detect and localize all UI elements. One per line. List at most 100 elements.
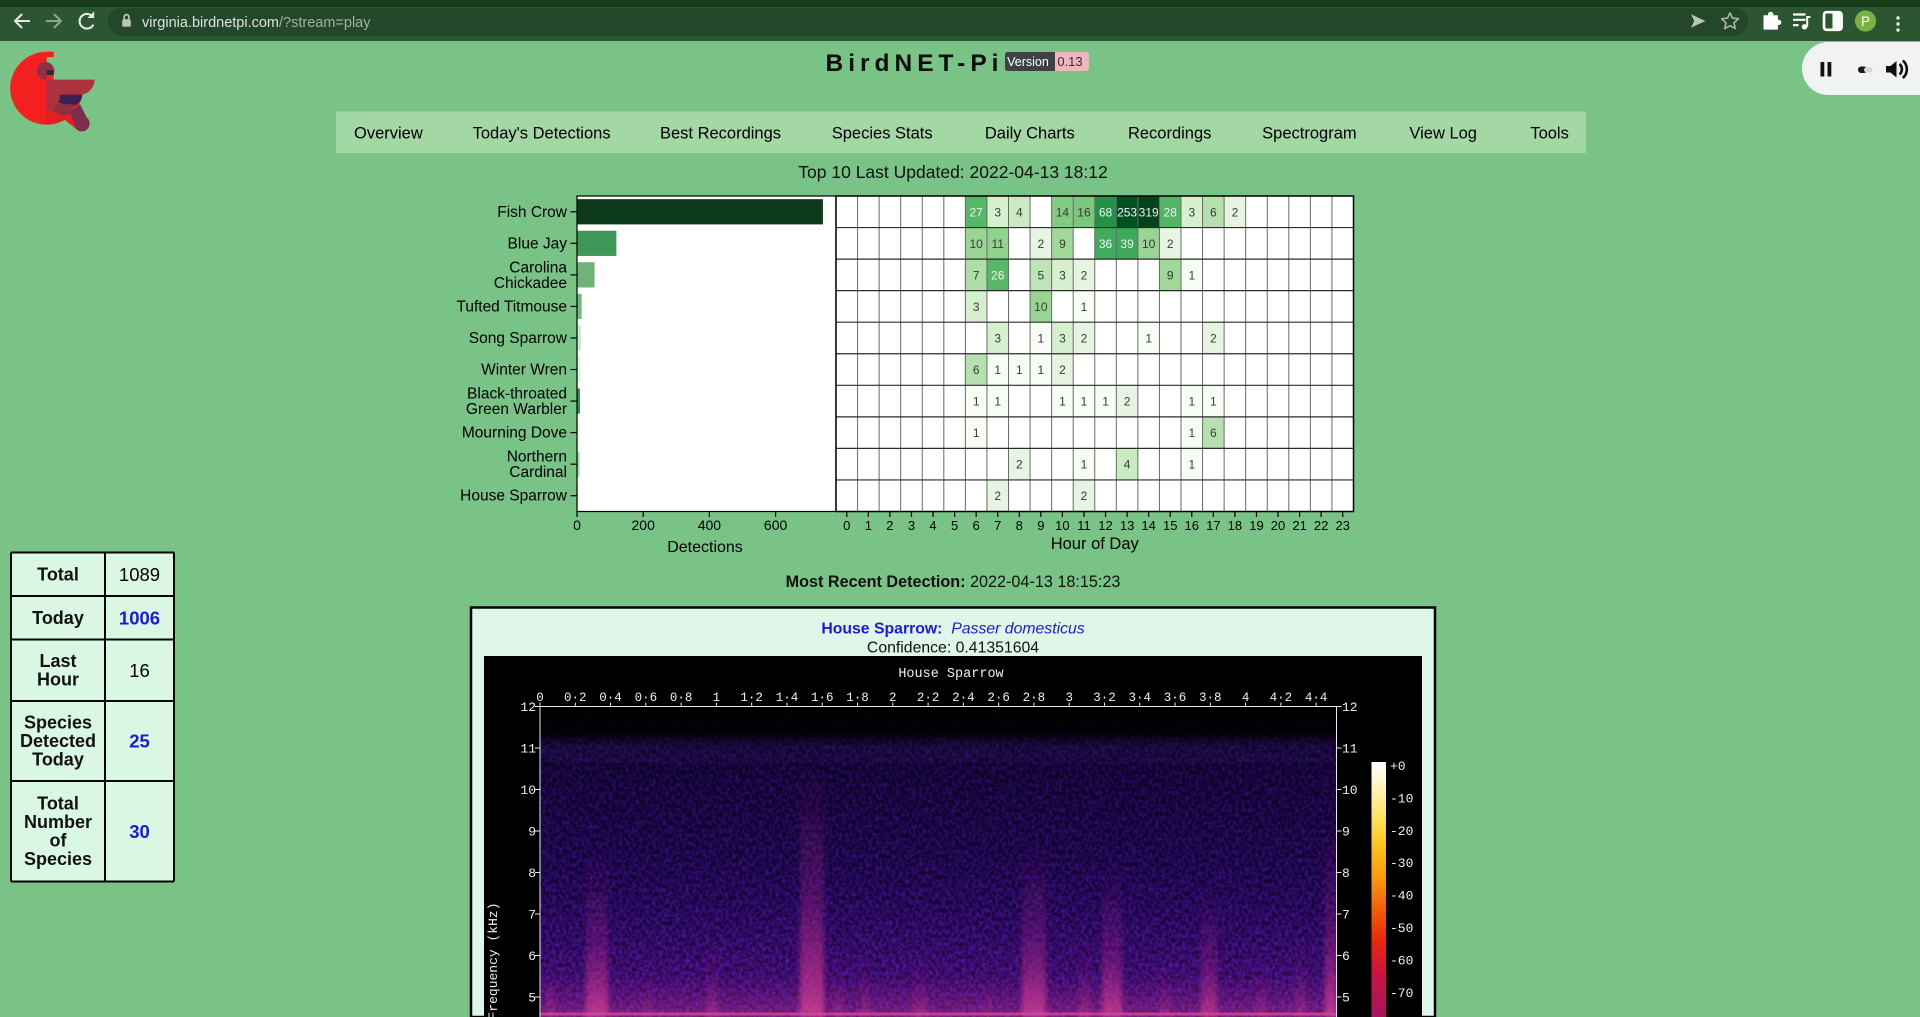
svg-text:Chickadee: Chickadee <box>494 275 567 292</box>
svg-text:10: 10 <box>520 783 536 798</box>
svg-text:Species: Species <box>24 713 92 733</box>
svg-text:Number: Number <box>24 812 92 832</box>
svg-text:Overview: Overview <box>354 125 423 143</box>
svg-text:1: 1 <box>1145 331 1152 345</box>
svg-text:Version: Version <box>1007 55 1049 69</box>
svg-text:1: 1 <box>1016 363 1023 377</box>
svg-text:-50: -50 <box>1390 921 1413 936</box>
svg-text:2: 2 <box>1038 237 1045 251</box>
svg-text:0: 0 <box>573 517 581 533</box>
svg-text:1: 1 <box>865 518 872 533</box>
svg-text:0: 0 <box>843 518 850 533</box>
svg-text:4: 4 <box>1124 458 1131 472</box>
svg-text:16: 16 <box>1185 518 1199 533</box>
svg-text:200: 200 <box>632 517 656 533</box>
svg-text:30: 30 <box>129 821 150 842</box>
svg-text:5: 5 <box>1038 268 1045 282</box>
svg-text:2: 2 <box>1081 489 1088 503</box>
svg-text:1: 1 <box>1188 426 1195 440</box>
svg-text:10: 10 <box>1342 783 1358 798</box>
svg-text:2: 2 <box>1016 458 1023 472</box>
svg-text:1: 1 <box>1188 395 1195 409</box>
svg-text:27: 27 <box>969 205 983 219</box>
svg-text:6: 6 <box>973 363 980 377</box>
svg-text:1: 1 <box>973 395 980 409</box>
svg-text:-40: -40 <box>1390 889 1413 904</box>
svg-text:1: 1 <box>1081 300 1088 314</box>
svg-text:Northern: Northern <box>507 449 567 466</box>
svg-text:3: 3 <box>1059 331 1066 345</box>
svg-text:-20: -20 <box>1390 824 1413 839</box>
svg-text:36: 36 <box>1099 237 1113 251</box>
svg-text:9: 9 <box>1342 825 1350 840</box>
svg-text:9: 9 <box>528 825 536 840</box>
svg-text:Fish Crow: Fish Crow <box>497 204 568 221</box>
svg-text:5: 5 <box>951 518 958 533</box>
svg-text:House Sparrow: House Sparrow <box>898 667 1003 682</box>
svg-text:8: 8 <box>528 866 536 881</box>
svg-text:2: 2 <box>1081 268 1088 282</box>
svg-text:Last: Last <box>39 651 76 671</box>
svg-text:-10: -10 <box>1390 791 1413 806</box>
svg-text:6: 6 <box>528 949 536 964</box>
svg-text:Hour of Day: Hour of Day <box>1051 535 1140 553</box>
svg-text:12: 12 <box>520 700 536 715</box>
svg-text:0.13: 0.13 <box>1057 54 1082 69</box>
svg-text:Species Stats: Species Stats <box>832 125 933 143</box>
svg-text:3: 3 <box>1059 268 1066 282</box>
svg-text:2: 2 <box>886 518 893 533</box>
svg-text:2: 2 <box>994 489 1001 503</box>
svg-text:12: 12 <box>1098 518 1112 533</box>
svg-text:9: 9 <box>1059 237 1066 251</box>
svg-text:of: of <box>50 831 68 851</box>
svg-text:22: 22 <box>1314 518 1328 533</box>
svg-text:5: 5 <box>528 991 536 1006</box>
svg-text:1006: 1006 <box>119 607 160 628</box>
svg-text:26: 26 <box>991 268 1005 282</box>
svg-text:600: 600 <box>764 517 788 533</box>
svg-text:Total: Total <box>37 794 79 814</box>
svg-text:Today's Detections: Today's Detections <box>473 125 611 143</box>
svg-text:1: 1 <box>1038 331 1045 345</box>
svg-text:P: P <box>1861 14 1870 29</box>
svg-text:-30: -30 <box>1390 856 1413 871</box>
svg-text:14: 14 <box>1141 518 1155 533</box>
svg-text:21: 21 <box>1292 518 1306 533</box>
svg-text:6: 6 <box>1210 205 1217 219</box>
svg-text:Green Warbler: Green Warbler <box>466 401 567 418</box>
svg-text:3: 3 <box>994 205 1001 219</box>
svg-text:2: 2 <box>1081 331 1088 345</box>
svg-text:1: 1 <box>994 395 1001 409</box>
svg-text:Species: Species <box>24 849 92 869</box>
svg-text:5: 5 <box>1342 991 1350 1006</box>
svg-text:10: 10 <box>1142 237 1156 251</box>
svg-text:68: 68 <box>1099 205 1113 219</box>
svg-text:Winter Wren: Winter Wren <box>481 362 567 379</box>
svg-text:Mourning Dove: Mourning Dove <box>462 425 567 442</box>
svg-text:9: 9 <box>1167 268 1174 282</box>
svg-text:1: 1 <box>1188 268 1195 282</box>
svg-text:Tufted Titmouse: Tufted Titmouse <box>456 298 567 315</box>
svg-text:2: 2 <box>1167 237 1174 251</box>
svg-text:1: 1 <box>973 426 980 440</box>
svg-text:Best Recordings: Best Recordings <box>660 125 781 143</box>
svg-text:Confidence: 0.41351604: Confidence: 0.41351604 <box>867 640 1039 657</box>
svg-text:View Log: View Log <box>1409 125 1477 143</box>
svg-text:25: 25 <box>129 731 150 752</box>
svg-text:Total: Total <box>37 564 79 584</box>
svg-text:400: 400 <box>698 517 722 533</box>
svg-text:23: 23 <box>1335 518 1349 533</box>
svg-text:+0: +0 <box>1390 759 1406 774</box>
svg-text:10: 10 <box>1055 518 1069 533</box>
svg-text:13: 13 <box>1120 518 1134 533</box>
svg-text:House Sparrow: Passer domesti: House Sparrow: Passer domesticus <box>821 621 1084 638</box>
svg-text:Detections: Detections <box>667 539 743 556</box>
svg-text:virginia.birdnetpi.com/?stream: virginia.birdnetpi.com/?stream=play <box>142 15 371 31</box>
svg-text:2: 2 <box>1059 363 1066 377</box>
svg-text:10: 10 <box>969 237 983 251</box>
svg-text:11: 11 <box>1342 742 1358 757</box>
svg-text:1: 1 <box>994 363 1001 377</box>
svg-text:Carolina: Carolina <box>509 259 567 276</box>
svg-text:2: 2 <box>1210 331 1217 345</box>
svg-text:-70: -70 <box>1390 986 1413 1001</box>
